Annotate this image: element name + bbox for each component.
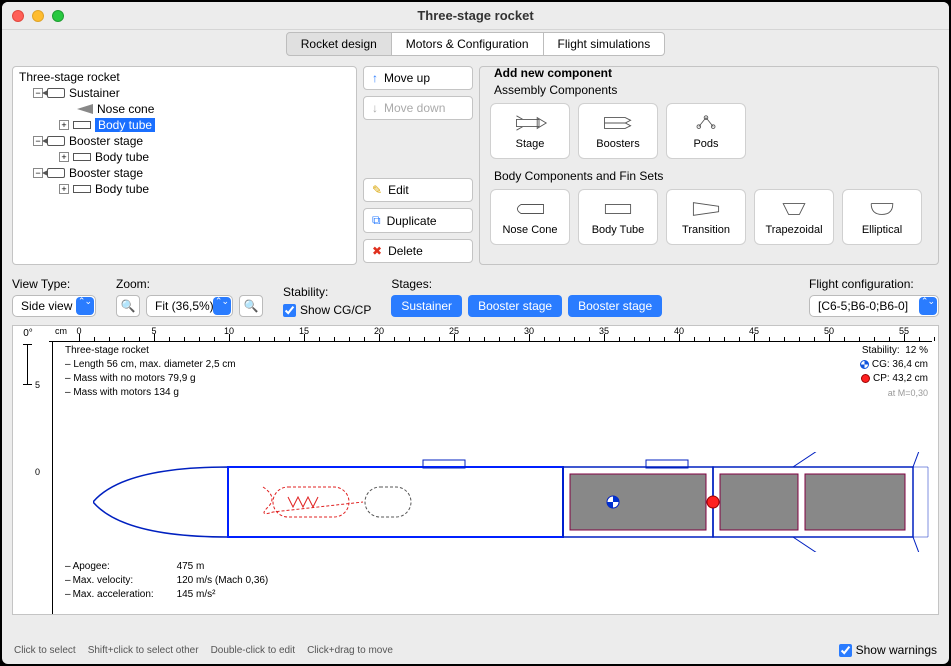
arrow-up-icon: ↑: [372, 71, 378, 85]
add-transition-button[interactable]: Transition: [666, 189, 746, 245]
copy-icon: ⧉: [372, 213, 381, 228]
zoom-in-button[interactable]: 🔍: [239, 295, 263, 317]
stage-icon: [47, 136, 65, 146]
tab-rocket-design[interactable]: Rocket design: [286, 32, 392, 56]
tree-root[interactable]: Three-stage rocket: [13, 69, 356, 85]
tree-body-tube-1[interactable]: +Body tube: [13, 117, 356, 133]
zoom-select[interactable]: Fit (36,5%): [146, 295, 233, 317]
tab-flightsim[interactable]: Flight simulations: [544, 32, 666, 56]
titlebar: Three-stage rocket: [2, 2, 949, 30]
window-title: Three-stage rocket: [417, 8, 533, 23]
stage-icon: [47, 88, 65, 98]
show-cgcp-checkbox[interactable]: Show CG/CP: [283, 303, 371, 317]
expand-icon[interactable]: +: [59, 184, 69, 194]
flight-config-select[interactable]: [C6-5;B6-0;B6-0]: [809, 295, 939, 317]
delete-icon: ✖: [372, 244, 382, 258]
tip: Shift+click to select other: [88, 645, 199, 656]
expand-icon[interactable]: +: [59, 120, 69, 130]
tip: Click+drag to move: [307, 645, 393, 656]
move-down-button[interactable]: ↓Move down: [363, 96, 473, 120]
zoom-out-button[interactable]: 🔍: [116, 295, 140, 317]
tree-body-tube-2[interactable]: +Body tube: [13, 149, 356, 165]
show-warnings-checkbox[interactable]: Show warnings: [839, 643, 937, 657]
move-up-button[interactable]: ↑Move up: [363, 66, 473, 90]
tip: Click to select: [14, 645, 76, 656]
component-tree[interactable]: Three-stage rocket −Sustainer Nose cone …: [12, 66, 357, 265]
zoom-icon[interactable]: [52, 10, 64, 22]
body-tube-icon: [73, 185, 91, 193]
minimize-icon[interactable]: [32, 10, 44, 22]
ruler-horizontal: cm 0510152025303540455055: [49, 326, 932, 342]
add-panel-title: Add new component: [490, 66, 616, 80]
stage-pill-sustainer[interactable]: Sustainer: [391, 295, 462, 317]
assembly-heading: Assembly Components: [494, 83, 928, 97]
tree-stage-sustainer[interactable]: −Sustainer: [13, 85, 356, 101]
delete-button[interactable]: ✖Delete: [363, 239, 473, 263]
add-boosters-button[interactable]: Boosters: [578, 103, 658, 159]
cp-icon: [861, 374, 870, 383]
body-tube-icon: [73, 121, 91, 129]
add-nosecone-button[interactable]: Nose Cone: [490, 189, 570, 245]
rocket-canvas[interactable]: 0° cm 0510152025303540455055 50 Three-st…: [12, 325, 939, 615]
add-pods-button[interactable]: Pods: [666, 103, 746, 159]
add-trapezoidal-button[interactable]: Trapezoidal: [754, 189, 834, 245]
pencil-icon: ✎: [372, 183, 382, 197]
flight-info: Apogee:475 m Max. velocity:120 m/s (Mach…: [65, 560, 268, 602]
tree-stage-booster-1[interactable]: −Booster stage: [13, 133, 356, 149]
add-component-panel: Add new component Assembly Components St…: [479, 66, 939, 265]
add-stage-button[interactable]: Stage: [490, 103, 570, 159]
stages-label: Stages:: [391, 277, 662, 291]
rocket-info-text: Three-stage rocket Length 56 cm, max. di…: [65, 344, 236, 400]
expand-icon[interactable]: +: [59, 152, 69, 162]
tree-nose-cone[interactable]: Nose cone: [13, 101, 356, 117]
rocket-drawing[interactable]: [93, 452, 933, 552]
add-elliptical-button[interactable]: Elliptical: [842, 189, 922, 245]
zoom-in-icon: 🔍: [244, 299, 259, 313]
zoom-label: Zoom:: [116, 277, 263, 291]
tree-stage-booster-2[interactable]: −Booster stage: [13, 165, 356, 181]
body-tube-icon: [73, 153, 91, 161]
view-type-label: View Type:: [12, 277, 96, 291]
cg-icon: [860, 360, 869, 369]
nose-cone-icon: [77, 104, 93, 114]
edit-button[interactable]: ✎Edit: [363, 178, 473, 202]
close-icon[interactable]: [12, 10, 24, 22]
stage-pill-booster-1[interactable]: Booster stage: [468, 295, 562, 317]
stage-pill-booster-2[interactable]: Booster stage: [568, 295, 662, 317]
zoom-out-icon: 🔍: [121, 299, 136, 313]
main-tabbar: Rocket design Motors & Configuration Fli…: [2, 30, 949, 58]
body-heading: Body Components and Fin Sets: [494, 169, 928, 183]
tip: Double-click to edit: [211, 645, 295, 656]
flight-config-label: Flight configuration:: [809, 277, 939, 291]
tab-motors[interactable]: Motors & Configuration: [392, 32, 544, 56]
arrow-down-icon: ↓: [372, 101, 378, 115]
stage-icon: [47, 168, 65, 178]
stability-label: Stability:: [283, 285, 371, 299]
view-type-select[interactable]: Side view: [12, 295, 96, 317]
ruler-vertical: 50: [43, 342, 53, 614]
add-bodytube-button[interactable]: Body Tube: [578, 189, 658, 245]
stability-info: Stability: 12 % CG: 36,4 cm CP: 43,2 cm …: [860, 344, 928, 400]
status-bar: Click to select Shift+click to select ot…: [2, 636, 949, 664]
duplicate-button[interactable]: ⧉Duplicate: [363, 208, 473, 233]
tree-body-tube-3[interactable]: +Body tube: [13, 181, 356, 197]
